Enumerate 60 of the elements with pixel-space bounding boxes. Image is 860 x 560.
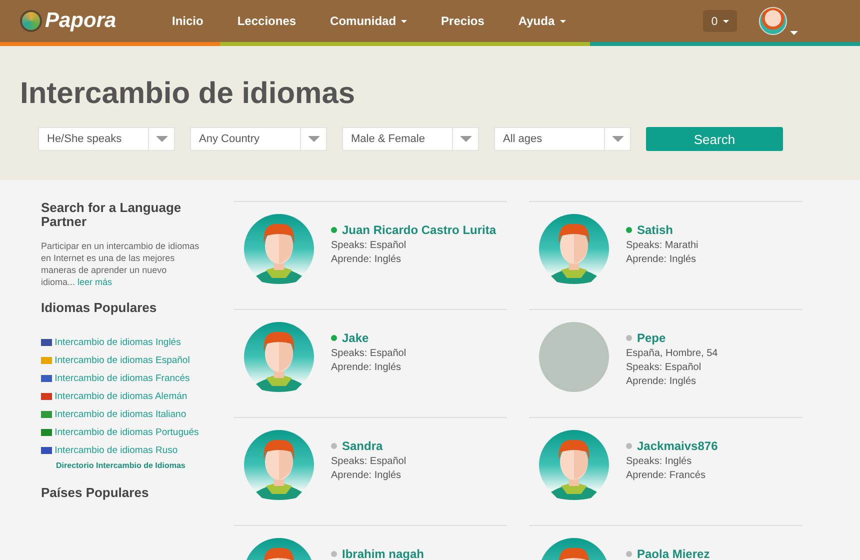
description-text: Participar en un intercambio de idiomas en Internet es una de las mejores maneras de aprender un nuevo idioma... leer más — [41, 240, 200, 288]
section-heading: Search for a Language Partner — [41, 201, 182, 229]
partner-detail-text: Aprende: Inglés — [331, 253, 402, 267]
nav-dropdown[interactable]: Comunidad — [316, 14, 422, 28]
partner-detail-text: Speaks: Marathi — [626, 239, 698, 253]
partner-detail-text: Aprende: Inglés — [331, 469, 402, 483]
dropdown-field[interactable]: He/She speaks — [38, 127, 175, 151]
section-heading: Idiomas Populares — [41, 301, 158, 315]
logo-icon — [20, 10, 42, 32]
partner-name-link[interactable]: Sandra — [342, 439, 383, 453]
caret-icon — [723, 20, 729, 22]
brand-link[interactable]: Papora — [45, 9, 116, 33]
caret-icon — [156, 136, 168, 142]
language-link[interactable]: Intercambio de idiomas Inglés — [41, 336, 201, 350]
partner-detail-text: Speaks: Español — [331, 239, 408, 253]
partner-name-link[interactable]: Paola Mierez — [637, 547, 710, 560]
avatar-icon[interactable] — [244, 430, 314, 500]
avatar-icon[interactable] — [539, 430, 609, 500]
nav-link[interactable]: Precios — [427, 14, 498, 28]
language-link[interactable]: Intercambio de idiomas Ruso — [41, 444, 201, 458]
partner-detail-text: Aprende: Inglés — [626, 253, 698, 267]
partner-name-link[interactable]: Satish — [637, 223, 674, 237]
dropdown-field[interactable]: All ages — [494, 127, 631, 151]
partner-detail-text: Speaks: Inglés — [626, 455, 693, 469]
caret-icon — [790, 31, 798, 35]
language-link[interactable]: Intercambio de idiomas Francés — [41, 372, 201, 386]
avatar-icon[interactable] — [244, 214, 314, 284]
partner-detail-text: Speaks: Español — [331, 455, 406, 469]
nav-link[interactable]: Inicio — [158, 14, 218, 28]
caret-icon — [460, 136, 472, 142]
language-link[interactable]: Intercambio de idiomas Italiano — [41, 408, 201, 422]
caret-icon — [308, 136, 320, 142]
search-button[interactable]: Search — [646, 127, 783, 151]
avatar-icon[interactable] — [244, 322, 314, 392]
user-menu[interactable] — [759, 7, 798, 35]
partner-detail-text: Speaks: Español — [626, 361, 702, 375]
page-title: Intercambio de idiomas — [20, 76, 356, 112]
language-link[interactable]: Intercambio de idiomas Español — [41, 354, 201, 368]
notification-counter[interactable]: 0 — [703, 10, 737, 32]
avatar-icon — [759, 7, 787, 35]
section-heading: Países Populares — [41, 486, 150, 500]
partner-name-link[interactable]: Juan Ricardo Castro Lurita — [342, 223, 496, 237]
partner-detail-text: Aprende: Francés — [626, 469, 706, 483]
partner-detail-text: Aprende: Inglés — [331, 361, 402, 375]
nav-link[interactable]: Lecciones — [223, 14, 310, 28]
partner-name-link[interactable]: Jackmaivs876 — [637, 439, 718, 453]
language-link[interactable]: Intercambio de idiomas Portugués — [41, 426, 201, 440]
directory-link[interactable]: Directorio Intercambio de Idiomas — [56, 461, 219, 470]
partner-detail-text: Aprende: Inglés — [626, 375, 698, 389]
dropdown-field[interactable]: Any Country — [190, 127, 327, 151]
partner-name-link[interactable]: Jake — [342, 331, 369, 345]
read-more-link[interactable]: leer más — [78, 277, 112, 287]
nav-dropdown[interactable]: Ayuda — [504, 14, 580, 28]
caret-icon — [612, 136, 624, 142]
language-link[interactable]: Intercambio de idiomas Alemán — [41, 390, 201, 404]
dropdown-field[interactable]: Male & Female — [342, 127, 479, 151]
avatar-icon[interactable] — [539, 214, 609, 284]
partner-detail-text: España, Hombre, 54 — [626, 347, 718, 361]
partner-name-link[interactable]: Pepe — [637, 331, 666, 345]
partner-detail-text: Speaks: Español — [331, 347, 406, 361]
